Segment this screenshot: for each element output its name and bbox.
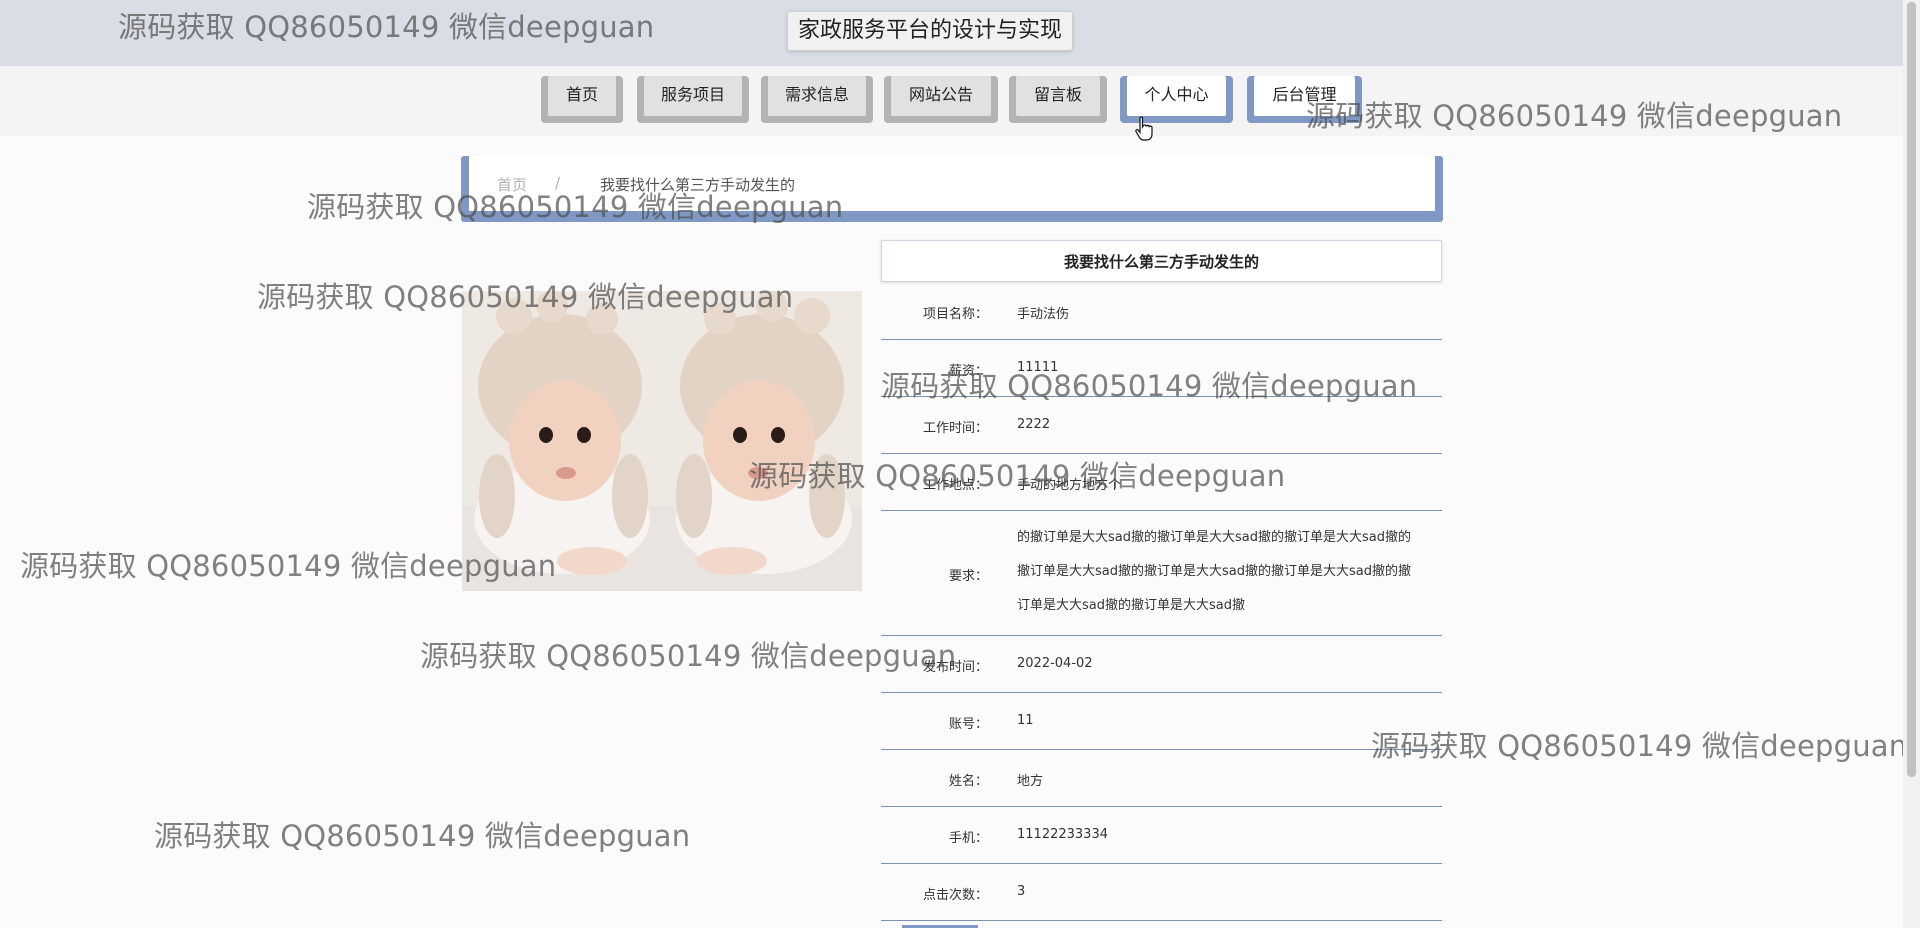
field-value: 11111: [1017, 360, 1059, 375]
field-value: 11: [1017, 713, 1034, 728]
field-label: 工作时间：: [922, 421, 988, 436]
detail-row-click-count: 点击次数： 3: [881, 864, 1442, 921]
detail-row-name: 姓名： 地方: [881, 750, 1442, 807]
nav-user-center-label: 个人中心: [1127, 76, 1226, 116]
field-value: 2222: [1017, 417, 1051, 432]
field-value: 的撤订单是大大sad撤的撤订单是大大sad撤的撤订单是大大sad撤的撤订单是大大…: [1017, 530, 1411, 613]
field-label: 手机：: [948, 831, 988, 846]
detail-title: 我要找什么第三方手动发生的: [881, 240, 1442, 282]
nav-demands[interactable]: 需求信息: [761, 76, 873, 123]
nav-admin-label: 后台管理: [1254, 76, 1355, 116]
field-label: 姓名：: [948, 774, 988, 789]
watermark-text: 源码获取 QQ86050149 微信deepguan: [1371, 729, 1908, 763]
field-label: 账号：: [948, 717, 988, 732]
nav-home[interactable]: 首页: [541, 76, 623, 123]
field-label: 工作地点：: [922, 478, 988, 493]
field-value: 11122233334: [1017, 827, 1108, 842]
page: 家政服务平台的设计与实现 首页 服务项目 需求信息 网站公告 留言板 个人中心 …: [0, 0, 1920, 928]
nav-announcements[interactable]: 网站公告: [884, 76, 998, 123]
watermark-text: 源码获取 QQ86050149 微信deepguan: [154, 819, 691, 853]
twin-babies-image: [462, 291, 862, 591]
nav-services-label: 服务项目: [644, 76, 742, 116]
field-label: 发布时间：: [922, 660, 988, 675]
nav-announcements-label: 网站公告: [891, 76, 991, 116]
field-value: 2022-04-02: [1017, 656, 1093, 671]
field-value: 手动法伤: [1017, 307, 1070, 322]
top-header: 家政服务平台的设计与实现: [0, 0, 1903, 66]
detail-row-phone: 手机： 11122233334: [881, 807, 1442, 864]
breadcrumb-panel: 首页 / 我要找什么第三方手动发生的: [469, 156, 1435, 211]
breadcrumb-separator: /: [555, 174, 561, 192]
watermark-text: 源码获取 QQ86050149 微信deepguan: [420, 639, 957, 673]
detail-row-project-name: 项目名称： 手动法伤: [881, 283, 1442, 340]
vertical-scrollbar[interactable]: [1903, 0, 1920, 928]
site-title: 家政服务平台的设计与实现: [787, 11, 1074, 51]
nav-message-board[interactable]: 留言板: [1009, 76, 1107, 123]
detail-row-requirements: 要求： 的撤订单是大大sad撤的撤订单是大大sad撤的撤订单是大大sad撤的撤订…: [881, 511, 1442, 636]
nav-home-label: 首页: [548, 76, 616, 116]
detail-row-account: 账号： 11: [881, 693, 1442, 750]
nav-admin[interactable]: 后台管理: [1247, 76, 1362, 123]
field-label: 薪资：: [948, 364, 988, 379]
breadcrumb-current: 我要找什么第三方手动发生的: [600, 176, 796, 194]
field-value: 3: [1017, 884, 1026, 899]
nav-demands-label: 需求信息: [768, 76, 866, 116]
scrollbar-thumb[interactable]: [1907, 2, 1916, 777]
field-value: 手动的地方地方个: [1017, 478, 1122, 493]
nav-message-board-label: 留言板: [1016, 76, 1100, 116]
nav-services[interactable]: 服务项目: [637, 76, 749, 123]
hand-cursor-icon: [1135, 116, 1153, 141]
field-label: 要求：: [948, 569, 988, 584]
service-photo: [462, 291, 862, 591]
field-value: 地方: [1017, 774, 1044, 789]
breadcrumb-home-link[interactable]: 首页: [497, 174, 527, 195]
detail-row-work-location: 工作地点： 手动的地方地方个: [881, 454, 1442, 511]
detail-row-publish-date: 发布时间： 2022-04-02: [881, 636, 1442, 693]
detail-row-work-time: 工作时间： 2222: [881, 397, 1442, 454]
field-label: 点击次数：: [922, 888, 988, 903]
breadcrumb: 首页 / 我要找什么第三方手动发生的: [461, 156, 1443, 222]
field-label: 项目名称：: [922, 307, 988, 322]
detail-row-salary: 薪资： 11111: [881, 340, 1442, 397]
